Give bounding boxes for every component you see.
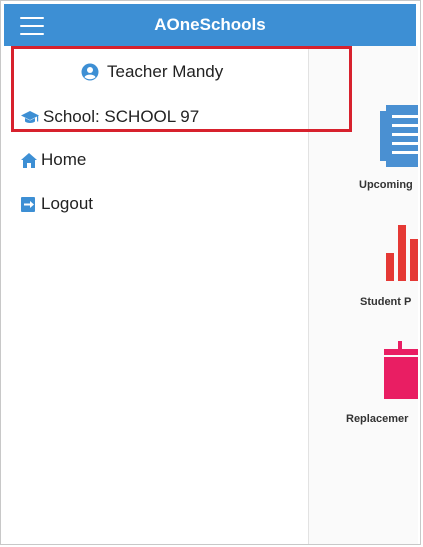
bar-chart-icon — [386, 225, 418, 281]
dashboard-tile-replacement[interactable]: Replacemer — [308, 336, 418, 431]
calendar-icon — [384, 341, 418, 399]
drawer-item-label: Logout — [41, 194, 93, 213]
tile-label: Upcoming — [359, 179, 413, 191]
document-list-icon — [380, 105, 418, 167]
app-frame: AOneSchools Upcoming Student P Replaceme… — [0, 0, 421, 545]
top-app-bar: AOneSchools — [4, 4, 416, 46]
highlight-annotation-box — [11, 46, 352, 132]
drawer-item-logout[interactable]: Logout — [21, 193, 93, 215]
drawer-item-home[interactable]: Home — [21, 149, 86, 171]
app-title: AOneSchools — [154, 15, 266, 34]
home-icon — [21, 152, 37, 168]
logout-icon — [21, 196, 35, 212]
tile-label: Student P — [360, 296, 412, 308]
drawer-item-label: Home — [41, 150, 87, 169]
dashboard-tile-student-progress[interactable]: Student P — [308, 216, 418, 311]
tile-label: Replacemer — [346, 413, 409, 425]
